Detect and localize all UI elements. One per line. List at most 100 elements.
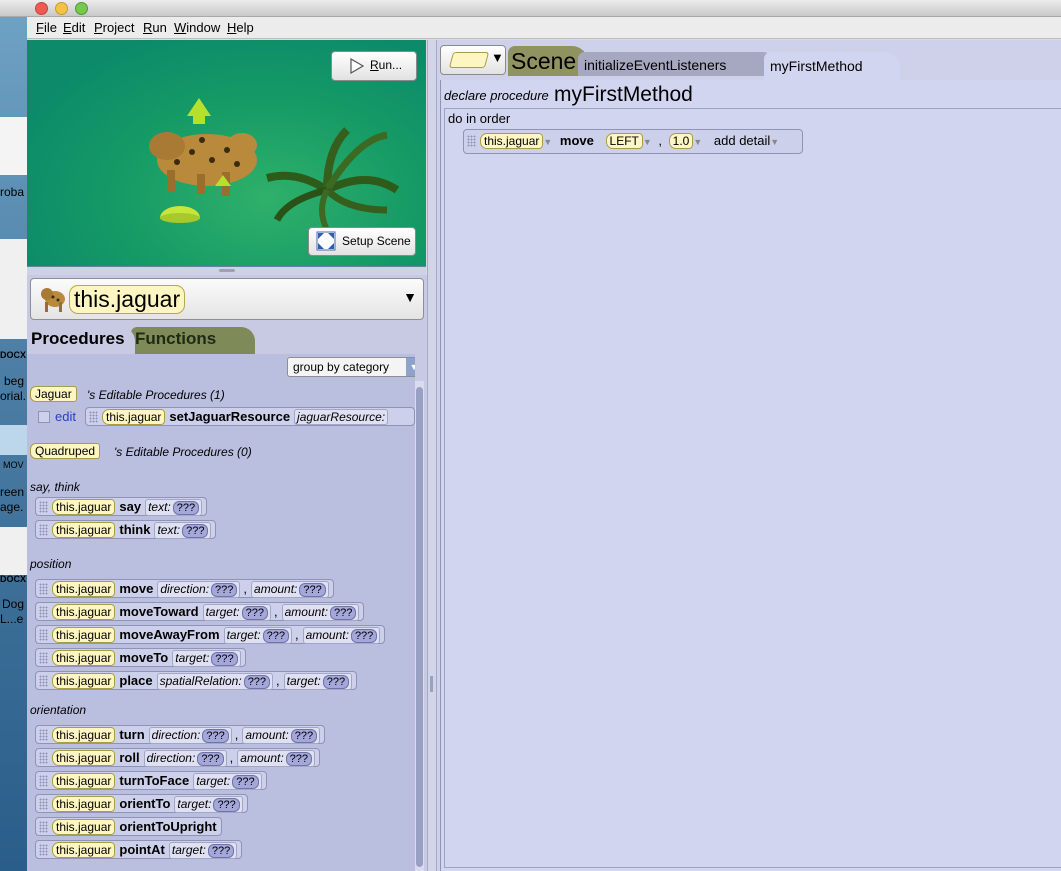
horizontal-splitter[interactable] xyxy=(27,267,426,275)
fern-plant-model[interactable] xyxy=(265,127,400,232)
method-name: move xyxy=(119,581,154,596)
amount-argument[interactable]: 1.0 xyxy=(668,133,694,149)
add-detail-dropdown[interactable]: add detail xyxy=(714,133,770,148)
do-in-order-block[interactable]: do in order this.jaguar ▼ move LEFT ▼ , 1.… xyxy=(444,108,1061,868)
statement-object-pill[interactable]: this.jaguar xyxy=(480,133,544,149)
parameter-slot[interactable]: direction:??? xyxy=(148,727,232,744)
object-pill: this.jaguar xyxy=(52,604,116,620)
procedure-block-roll[interactable]: this.jaguar roll direction:???, amount:??? xyxy=(35,748,321,767)
desktop-file-icon xyxy=(0,117,27,175)
parameter-slot[interactable]: target:??? xyxy=(283,673,353,690)
parameter-slot[interactable]: target:??? xyxy=(168,842,238,859)
procedure-block-orientTo[interactable]: this.jaguar orientTo target:??? xyxy=(35,794,248,813)
jaguar-model[interactable] xyxy=(149,132,257,196)
desktop-file-label: orial. xyxy=(0,389,27,403)
run-button[interactable]: Run... xyxy=(331,51,417,81)
setup-scene-button[interactable]: Setup Scene xyxy=(308,227,416,256)
parameter-slot[interactable]: target:??? xyxy=(174,796,243,813)
parameter-slot[interactable]: amount:??? xyxy=(281,604,360,621)
parameter-slot[interactable]: amount:??? xyxy=(251,581,329,598)
method-name: turn xyxy=(119,727,145,742)
parameter-slot[interactable]: target:??? xyxy=(172,650,241,667)
procedure-block-place[interactable]: this.jaguar place spatialRelation:???, targ… xyxy=(35,671,358,690)
scrollbar-thumb[interactable] xyxy=(416,387,423,867)
parameter-slot[interactable]: amount:??? xyxy=(242,727,321,744)
parameter-slot[interactable]: target:??? xyxy=(202,604,271,621)
desktop-file-label: DOCX xyxy=(0,350,27,360)
procedure-block-moveToward[interactable]: this.jaguar moveToward target:???, amount:?… xyxy=(35,602,365,621)
procedure-block-moveTo[interactable]: this.jaguar moveTo target:??? xyxy=(35,648,246,667)
placeholder-value: ??? xyxy=(213,798,240,812)
close-window-button[interactable] xyxy=(35,2,48,15)
tab-procedures[interactable]: Procedures xyxy=(27,327,135,354)
procedure-block-move[interactable]: this.jaguar move direction:???, amount:??? xyxy=(35,579,334,598)
parameter-slot[interactable]: direction:??? xyxy=(157,581,241,598)
tab-functions[interactable]: Functions xyxy=(131,327,255,354)
chevron-down-icon[interactable]: ▼ xyxy=(643,137,652,147)
object-selector[interactable]: this.jaguar ▼ xyxy=(30,278,424,320)
menu-file[interactable]: File xyxy=(36,20,57,35)
jaguar-thumbnail-icon xyxy=(41,288,65,312)
procedure-block-say[interactable]: this.jaguar say text:??? xyxy=(35,497,208,516)
menu-window[interactable]: Window xyxy=(174,20,220,35)
group-by-dropdown[interactable]: group by category ▼ xyxy=(287,357,415,377)
scene-view[interactable]: Run... Setup Scene xyxy=(27,40,426,267)
menu-edit[interactable]: Edit xyxy=(63,20,85,35)
method-name: orientTo xyxy=(119,796,171,811)
object-pill: this.jaguar xyxy=(52,499,116,515)
declare-procedure-label: declare procedure xyxy=(444,88,549,103)
desktop-file-label: reen xyxy=(0,485,25,499)
parameter-slot[interactable]: text:??? xyxy=(145,499,203,516)
chevron-down-icon[interactable]: ▼ xyxy=(770,137,779,147)
splitter-grip xyxy=(430,676,433,692)
tab-scene[interactable]: Scene xyxy=(508,46,588,76)
parameter-slot[interactable]: target:??? xyxy=(223,627,292,644)
parameter-slot[interactable]: spatialRelation:??? xyxy=(156,673,274,690)
menu-help[interactable]: Help xyxy=(227,20,254,35)
minimize-window-button[interactable] xyxy=(55,2,68,15)
placeholder-value: ??? xyxy=(232,775,259,789)
comma-separator: , xyxy=(273,604,278,619)
edit-checkbox[interactable] xyxy=(38,411,50,423)
procedure-block-pointAt[interactable]: this.jaguar pointAt target:??? xyxy=(35,840,243,859)
procedure-block-setJaguarResource[interactable]: this.jaguar setJaguarResource jaguarResour… xyxy=(85,407,415,426)
procedures-panel: this.jaguar ▼ Functions Procedures group… xyxy=(27,275,427,871)
tab-initializeEventListeners[interactable]: initializeEventListeners xyxy=(578,52,778,76)
chevron-down-icon[interactable]: ▼ xyxy=(693,137,702,147)
procedure-block-turnToFace[interactable]: this.jaguar turnToFace target:??? xyxy=(35,771,267,790)
procedure-block-think[interactable]: this.jaguar think text:??? xyxy=(35,520,217,539)
parameter-slot[interactable]: text:??? xyxy=(154,522,212,539)
play-icon xyxy=(350,58,364,74)
procedures-functions-tabs: Functions Procedures xyxy=(27,327,427,354)
menu-run[interactable]: Run xyxy=(143,20,167,35)
zoom-window-button[interactable] xyxy=(75,2,88,15)
tab-history-dropdown[interactable]: ▼ xyxy=(440,45,506,75)
method-name: place xyxy=(119,673,153,688)
parameter-slot[interactable]: amount:??? xyxy=(302,627,381,644)
expand-icon xyxy=(316,231,336,251)
direction-argument[interactable]: LEFT xyxy=(605,133,643,149)
method-name: think xyxy=(119,522,151,537)
desktop-background: roba DOCX beg orial. MOV reen age. DOCX … xyxy=(0,17,27,871)
placeholder-value: ??? xyxy=(172,501,200,515)
edit-link[interactable]: edit xyxy=(55,409,76,424)
procedures-scrollbar[interactable] xyxy=(415,381,424,871)
statement-move[interactable]: this.jaguar ▼ move LEFT ▼ , 1.0 ▼ add detai… xyxy=(463,129,803,154)
do-in-order-label: do in order xyxy=(448,111,511,126)
chevron-down-icon: ▼ xyxy=(491,50,504,65)
parameter-slot[interactable]: direction:??? xyxy=(143,750,227,767)
desktop-file-label: L...e xyxy=(0,612,24,626)
code-editor-pane: ▼ Scene initializeEventListeners myFirst… xyxy=(437,40,1061,871)
selected-object-name: this.jaguar xyxy=(69,285,186,314)
vertical-splitter[interactable] xyxy=(427,40,437,871)
desktop-file-label: beg xyxy=(4,374,25,388)
menu-project[interactable]: Project xyxy=(94,20,134,35)
chevron-down-icon[interactable]: ▼ xyxy=(403,289,417,305)
procedure-block-turn[interactable]: this.jaguar turn direction:???, amount:??? xyxy=(35,725,326,744)
procedure-block-moveAwayFrom[interactable]: this.jaguar moveAwayFrom target:???, amount… xyxy=(35,625,386,644)
procedure-block-orientToUpright[interactable]: this.jaguar orientToUpright xyxy=(35,817,222,836)
chevron-down-icon[interactable]: ▼ xyxy=(543,137,552,147)
parameter-slot[interactable]: amount:??? xyxy=(237,750,316,767)
tab-myFirstMethod[interactable]: myFirstMethod xyxy=(764,52,900,80)
parameter-slot[interactable]: target:??? xyxy=(193,773,262,790)
